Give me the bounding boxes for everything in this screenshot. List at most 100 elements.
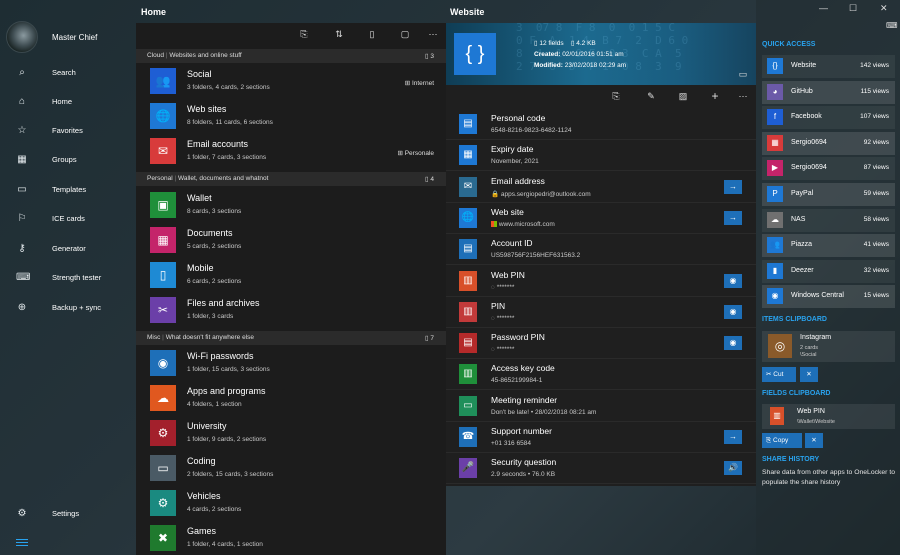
add-icon[interactable]: + [710, 90, 720, 102]
list-item-university[interactable]: ⚙ University 1 folder, 9 cards, 2 sectio… [136, 416, 446, 451]
field-row[interactable]: 🎤 Security question 2.9 seconds • 76.0 KB 🔊 [446, 453, 756, 484]
nav-label: Groups [52, 155, 77, 164]
nav-item-generator[interactable]: ⚷ Generator [0, 238, 136, 260]
clip-path: \Social [800, 352, 817, 358]
quick-access-name: Facebook [791, 113, 822, 121]
id-icon: ▤ [459, 239, 477, 259]
item-title: Documents [187, 228, 233, 238]
open-arrow-button[interactable]: → [724, 211, 742, 225]
items-clipboard-card[interactable]: ◎ Instagram 2 cards \Social [762, 331, 895, 362]
quick-access-item[interactable]: P PayPal 59 views [762, 183, 895, 206]
field-title: Expiry date [491, 144, 534, 154]
field-row[interactable]: ▭ Meeting reminder Don't be late! • 28/02/… [446, 391, 756, 422]
camera-icon: ◎ [768, 334, 792, 358]
quick-access-name: Sergio0694 [791, 164, 827, 172]
brush-icon[interactable]: ✎ [646, 91, 656, 101]
reveal-button[interactable]: ◉ [724, 336, 742, 350]
quick-access-item[interactable]: f Facebook 107 views [762, 106, 895, 130]
keyboard-icon[interactable]: ⌨ [886, 21, 898, 30]
maximize-icon[interactable]: ☐ [849, 3, 857, 14]
field-row[interactable]: ▤ Password PIN ◌ ******* ◉ [446, 328, 756, 359]
list-item-social[interactable]: 👥 Social 3 folders, 4 cards, 2 sections … [136, 64, 446, 99]
field-row[interactable]: ▦ Expiry date November, 2021 [446, 140, 756, 171]
avatar[interactable] [6, 21, 38, 53]
new-folder-icon[interactable]: ▢ [400, 29, 410, 39]
list-item-wallet[interactable]: ▣ Wallet 8 cards, 3 sections [136, 188, 446, 223]
nav-item-search[interactable]: ⌕ Search [0, 62, 136, 84]
play-audio-button[interactable]: 🔊 [724, 461, 742, 475]
reveal-button[interactable]: ◉ [724, 274, 742, 288]
list-item-files-and-archives[interactable]: ✂ Files and archives 1 folder, 3 cards [136, 293, 446, 328]
field-title: Web PIN [491, 270, 525, 280]
quick-access-item[interactable]: ▶ Sergio0694 87 views [762, 157, 895, 181]
nav-item-groups[interactable]: ▦ Groups [0, 149, 136, 171]
cut-button[interactable]: ✂ Cut [762, 367, 796, 382]
chat-icon: ▭ [459, 396, 477, 416]
list-item-email-accounts[interactable]: ✉ Email accounts 1 folder, 7 cards, 3 se… [136, 134, 446, 169]
field-row[interactable]: ▥ Web PIN ◌ ******* ◉ [446, 266, 756, 297]
quick-access-item[interactable]: 👥 Piazza 41 views [762, 234, 895, 258]
paste-icon[interactable]: ⎘ [611, 91, 621, 101]
field-value: November, 2021 [491, 158, 539, 165]
hidden-eye-icon: ◌ [491, 284, 495, 291]
open-arrow-button[interactable]: → [724, 180, 742, 194]
close-icon[interactable]: ✕ [880, 3, 888, 14]
clear-fields-button[interactable]: ✕ [805, 433, 823, 448]
list-item-vehicles[interactable]: ⚙ Vehicles 4 cards, 2 sections [136, 486, 446, 521]
copy-button[interactable]: ⎘ Copy [762, 433, 802, 448]
list-item-documents[interactable]: ▦ Documents 5 cards, 2 sections [136, 223, 446, 258]
nav-item-backup-sync[interactable]: ⊕ Backup + sync [0, 297, 136, 319]
clear-items-button[interactable]: ✕ [800, 367, 818, 382]
home-icon: ⌂ [18, 96, 26, 107]
field-value: 🔒 apps.sergiopedri@outlook.com [491, 191, 591, 198]
quick-access-item[interactable]: ◕ GitHub 115 views [762, 80, 895, 104]
list-item-mobile[interactable]: ▯ Mobile 6 cards, 2 sections [136, 258, 446, 293]
list-item-coding[interactable]: ▭ Coding 2 folders, 15 cards, 3 sections [136, 451, 446, 486]
field-row[interactable]: ▤ Personal code 6548-8216-9823-6482-1124 [446, 109, 756, 140]
edit-icon[interactable]: ▨ [678, 91, 688, 101]
quick-access-item[interactable]: ▦ Sergio0694 92 views [762, 131, 895, 155]
minimize-icon[interactable]: — [819, 3, 828, 13]
field-row[interactable]: 🌐 Web site www.microsoft.com → [446, 203, 756, 234]
list-item-web-sites[interactable]: 🌐 Web sites 8 folders, 11 cards, 6 secti… [136, 99, 446, 134]
hamburger-menu-icon[interactable] [16, 539, 28, 548]
field-row[interactable]: ▤ Account ID US598756F2156HEF631563.2 [446, 234, 756, 265]
field-value: US598756F2156HEF631563.2 [491, 252, 581, 259]
share-history-text: Share data from other apps to OneLocker … [762, 469, 895, 486]
field-value: ◌ ******* [491, 284, 515, 291]
globe-icon: 🌐 [150, 103, 176, 129]
more-icon[interactable]: ⋯ [428, 29, 438, 39]
field-row[interactable]: ✉ Email address 🔒 apps.sergiopedri@outlook… [446, 172, 756, 203]
nav-item-settings[interactable]: ⚙ Settings [0, 503, 136, 525]
item-subtitle: 8 cards, 3 sections [187, 208, 242, 215]
open-arrow-button[interactable]: → [724, 430, 742, 444]
nav-label: Strength tester [52, 273, 102, 282]
home-panel: ⎘ ⇅ ▯ ▢ ⋯ Cloud | Websites and online st… [136, 23, 446, 555]
list-item-wifi-passwords[interactable]: ◉ Wi-Fi passwords 1 folder, 15 cards, 3 … [136, 346, 446, 381]
image-icon[interactable]: ▭ [738, 69, 748, 79]
nav-label: Favorites [52, 126, 83, 135]
more-icon[interactable]: ⋯ [738, 91, 748, 101]
sort-icon[interactable]: ⇅ [334, 29, 344, 39]
nav-item-home[interactable]: ⌂ Home [0, 91, 136, 113]
quick-access-item[interactable]: ▮ Deezer 32 views [762, 259, 895, 283]
list-item-games[interactable]: ✖ Games 1 folder, 4 cards, 1 section [136, 521, 446, 555]
reveal-button[interactable]: ◉ [724, 305, 742, 319]
quick-access-item[interactable]: {} Website 142 views [762, 55, 895, 78]
nav-item-favorites[interactable]: ☆ Favorites [0, 120, 136, 142]
home-toolbar: ⎘ ⇅ ▯ ▢ ⋯ [136, 23, 446, 45]
website-toolbar: ⎘ ✎ ▨ + ⋯ [446, 85, 756, 107]
paste-icon[interactable]: ⎘ [299, 29, 309, 39]
nav-item-ice-cards[interactable]: ⚐ ICE cards [0, 208, 136, 230]
fields-clipboard-card[interactable]: ▥ Web PIN \Wallet\Website [762, 404, 895, 429]
nav-item-templates[interactable]: ▭ Templates [0, 179, 136, 201]
quick-access-item[interactable]: ◉ Windows Central 15 views [762, 285, 895, 309]
field-row[interactable]: ▥ PIN ◌ ******* ◉ [446, 297, 756, 328]
quick-access-item[interactable]: ☁ NAS 58 views [762, 208, 895, 232]
item-title: University [187, 421, 227, 431]
field-row[interactable]: ▥ Access key code 45-8652199984-1 [446, 359, 756, 390]
list-item-apps-and-programs[interactable]: ☁ Apps and programs 4 folders, 1 section [136, 381, 446, 416]
field-row[interactable]: ☎ Support number +01 316 6584 → [446, 422, 756, 453]
new-document-icon[interactable]: ▯ [367, 29, 377, 39]
nav-item-strength-tester[interactable]: ⌨ Strength tester [0, 267, 136, 289]
